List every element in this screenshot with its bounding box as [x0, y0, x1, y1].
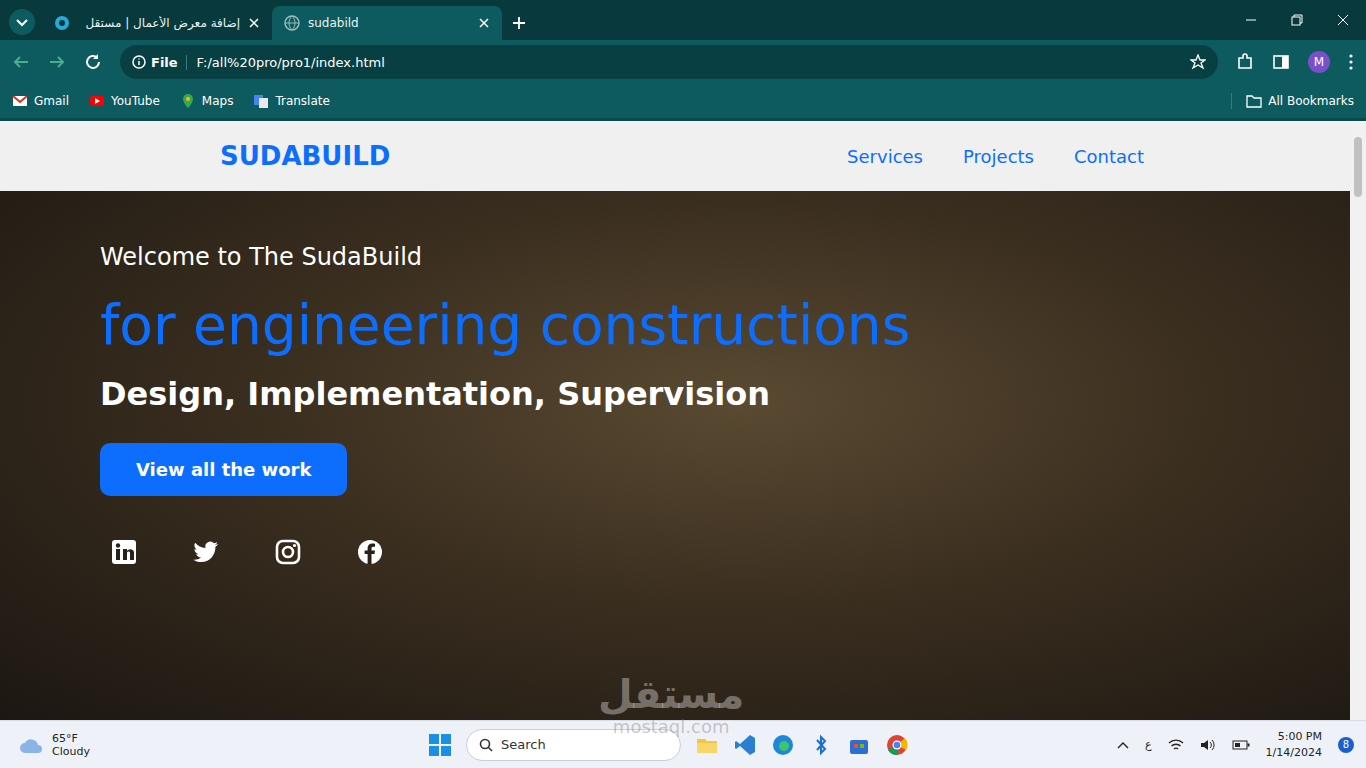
restore-icon[interactable]	[1274, 14, 1320, 26]
close-icon[interactable]	[248, 17, 260, 29]
bookmarks-bar: Gmail YouTube Maps Translate All Bookmarks	[0, 84, 1366, 121]
input-language[interactable]: ع	[1145, 738, 1152, 751]
browser-tab[interactable]: sudabild	[272, 6, 502, 40]
reload-icon[interactable]	[84, 53, 102, 71]
site-nav: SUDABUILD Services Projects Contact	[0, 121, 1350, 191]
translate-icon	[253, 93, 269, 109]
time: 5:00 PM	[1266, 729, 1322, 745]
hero-welcome: Welcome to The SudaBuild	[100, 243, 1350, 271]
view-work-button[interactable]: View all the work	[100, 443, 347, 496]
edge-icon[interactable]	[771, 733, 795, 757]
notification-badge[interactable]: 8	[1338, 737, 1354, 753]
tab-label: sudabild	[308, 16, 470, 30]
side-panel-icon[interactable]	[1272, 53, 1290, 71]
nav-link[interactable]: Projects	[963, 146, 1034, 167]
site-info[interactable]: File	[132, 55, 187, 70]
store-icon[interactable]	[847, 733, 871, 757]
bookmark[interactable]: Gmail	[12, 93, 69, 109]
volume-icon[interactable]	[1200, 738, 1216, 752]
all-bookmarks-label: All Bookmarks	[1268, 94, 1354, 108]
watermark: مستقلmostaql.com	[598, 672, 744, 737]
system-tray: ع 5:00 PM1/14/2024 8	[1117, 729, 1354, 761]
nav-links: Services Projects Contact	[847, 146, 1144, 167]
address-bar[interactable]: File F:/all%20pro/pro1/index.html	[120, 45, 1218, 79]
extensions-icon[interactable]	[1236, 53, 1254, 71]
title-bar: إضافة معرض الأعمال | مستقل sudabild	[0, 0, 1366, 40]
hero-headline: for engineering constructions	[100, 293, 1350, 357]
bookmark[interactable]: Translate	[253, 93, 330, 109]
watermark-latin: mostaql.com	[613, 716, 730, 737]
weather-condition: Cloudy	[52, 745, 90, 758]
info-icon	[132, 55, 146, 69]
scrollbar[interactable]	[1350, 121, 1366, 720]
menu-icon[interactable]	[1348, 53, 1354, 71]
mostaql-icon	[54, 15, 70, 31]
bookmark-label: YouTube	[111, 94, 160, 108]
search-placeholder: Search	[501, 737, 546, 752]
all-bookmarks[interactable]: All Bookmarks	[1231, 93, 1354, 109]
clock[interactable]: 5:00 PM1/14/2024	[1266, 729, 1322, 761]
window-controls	[1228, 0, 1366, 40]
bluetooth-icon[interactable]	[809, 733, 833, 757]
bookmark[interactable]: YouTube	[89, 93, 160, 109]
cloud-icon	[18, 736, 44, 754]
file-explorer-icon[interactable]	[695, 733, 719, 757]
bookmark-label: Maps	[202, 94, 234, 108]
bookmark[interactable]: Maps	[180, 93, 234, 109]
chrome-icon[interactable]	[885, 733, 909, 757]
maps-icon	[180, 93, 196, 109]
back-icon[interactable]	[12, 53, 30, 71]
gmail-icon	[12, 93, 28, 109]
close-icon[interactable]	[478, 17, 490, 29]
battery-icon[interactable]	[1232, 740, 1250, 750]
close-window-icon[interactable]	[1320, 14, 1366, 26]
chevron-up-icon[interactable]	[1117, 741, 1129, 749]
scheme-label: File	[151, 55, 178, 70]
star-icon[interactable]	[1190, 54, 1206, 70]
forward-icon[interactable]	[48, 53, 66, 71]
nav-link[interactable]: Contact	[1074, 146, 1144, 167]
social-links	[100, 538, 1350, 566]
scroll-thumb[interactable]	[1354, 137, 1362, 197]
folder-icon	[1246, 93, 1262, 109]
search-icon	[479, 738, 493, 752]
windows-start-icon[interactable]	[428, 733, 452, 757]
viewport: SUDABUILD Services Projects Contact Welcome …	[0, 121, 1366, 720]
bookmark-label: Translate	[275, 94, 330, 108]
linkedin-icon[interactable]	[110, 538, 138, 566]
browser-tab[interactable]: إضافة معرض الأعمال | مستقل	[42, 6, 272, 40]
twitter-icon[interactable]	[192, 538, 220, 566]
taskbar: 65°FCloudy Search ع 5:00 PM1/14/2024 8	[0, 720, 1366, 768]
profile-avatar[interactable]: M	[1308, 51, 1330, 73]
minimize-icon[interactable]	[1228, 14, 1274, 26]
youtube-icon	[89, 93, 105, 109]
hero-section: Welcome to The SudaBuild for engineering …	[0, 191, 1350, 720]
instagram-icon[interactable]	[274, 538, 302, 566]
web-page: SUDABUILD Services Projects Contact Welcome …	[0, 121, 1350, 720]
facebook-icon[interactable]	[356, 538, 384, 566]
vscode-icon[interactable]	[733, 733, 757, 757]
nav-link[interactable]: Services	[847, 146, 923, 167]
taskbar-search[interactable]: Search	[466, 729, 681, 761]
new-tab-icon[interactable]	[502, 6, 536, 40]
taskbar-apps: Search	[428, 729, 909, 761]
brand-logo[interactable]: SUDABUILD	[220, 141, 390, 171]
toolbar: File F:/all%20pro/pro1/index.html M	[0, 40, 1366, 84]
wifi-icon[interactable]	[1168, 738, 1184, 752]
weather-widget[interactable]: 65°FCloudy	[18, 732, 428, 758]
hero-tagline: Design, Implementation, Supervision	[100, 375, 1350, 413]
watermark-arabic: مستقل	[598, 672, 744, 716]
weather-text: 65°FCloudy	[52, 732, 90, 758]
date: 1/14/2024	[1266, 745, 1322, 761]
globe-icon	[284, 15, 300, 31]
url[interactable]: F:/all%20pro/pro1/index.html	[197, 55, 1180, 70]
bookmark-label: Gmail	[34, 94, 69, 108]
tab-label: إضافة معرض الأعمال | مستقل	[78, 16, 240, 30]
weather-temp: 65°F	[52, 732, 90, 745]
tab-search-icon[interactable]	[8, 8, 36, 36]
